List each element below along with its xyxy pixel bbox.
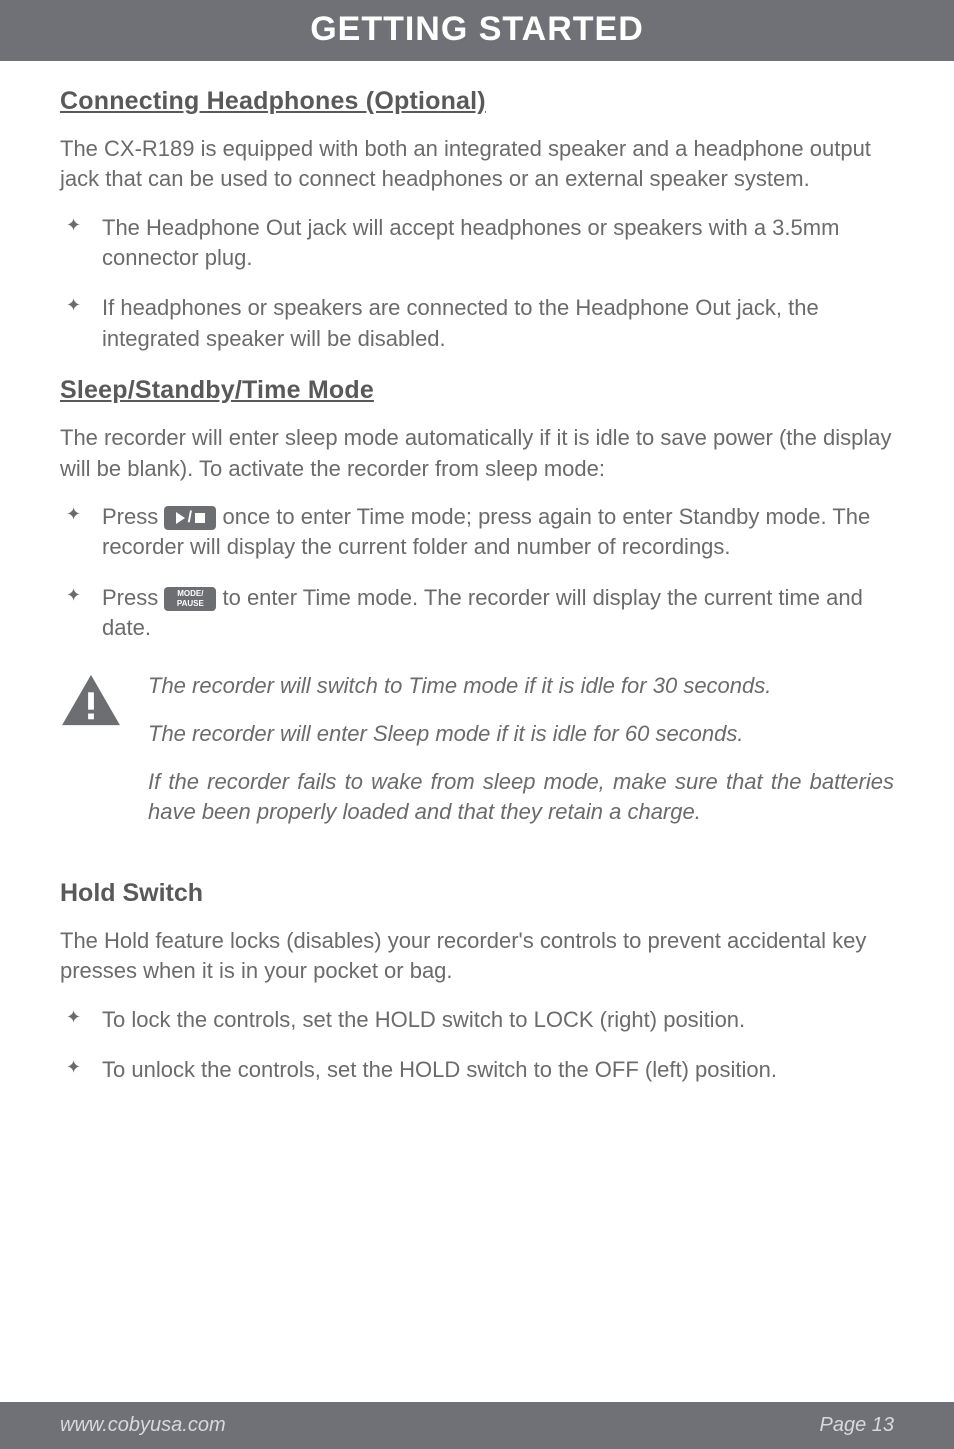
- section-title-headphones: Connecting Headphones (Optional): [60, 87, 894, 116]
- play-icon: [176, 512, 185, 524]
- note-text: The recorder will switch to Time mode if…: [148, 671, 894, 845]
- hold-bullets: To lock the controls, set the HOLD switc…: [60, 1005, 894, 1086]
- sleep-intro: The recorder will enter sleep mode autom…: [60, 423, 894, 484]
- list-item: Press / once to enter Time mode; press a…: [60, 502, 894, 563]
- list-item: To unlock the controls, set the HOLD swi…: [60, 1055, 894, 1085]
- page-header-title: GETTING STARTED: [310, 10, 644, 48]
- headphones-intro: The CX-R189 is equipped with both an int…: [60, 134, 894, 195]
- hold-intro: The Hold feature locks (disables) your r…: [60, 926, 894, 987]
- slash-icon: /: [188, 506, 192, 530]
- mode-label-top: MODE/: [177, 589, 203, 599]
- bullet-text-post: to enter Time mode. The recorder will di…: [102, 585, 863, 640]
- list-item: If headphones or speakers are connected …: [60, 293, 894, 354]
- section-title-hold: Hold Switch: [60, 879, 894, 908]
- bullet-text-pre: Press: [102, 504, 164, 529]
- page-header: GETTING STARTED: [0, 0, 954, 61]
- note-line: The recorder will enter Sleep mode if it…: [148, 719, 894, 749]
- stop-icon: [195, 513, 205, 523]
- footer-url: www.cobyusa.com: [60, 1414, 226, 1437]
- page-footer: www.cobyusa.com Page 13: [0, 1402, 954, 1449]
- bullet-text-post: once to enter Time mode; press again to …: [102, 504, 870, 559]
- warning-icon: [60, 673, 122, 727]
- footer-page: Page 13: [819, 1414, 894, 1437]
- mode-label-bottom: PAUSE: [177, 599, 204, 609]
- headphones-bullets: The Headphone Out jack will accept headp…: [60, 213, 894, 354]
- page-content: Connecting Headphones (Optional) The CX-…: [0, 61, 954, 1085]
- list-item: To lock the controls, set the HOLD switc…: [60, 1005, 894, 1035]
- note-block: The recorder will switch to Time mode if…: [60, 671, 894, 845]
- mode-pause-button-icon: MODE/ PAUSE: [164, 587, 216, 611]
- list-item: The Headphone Out jack will accept headp…: [60, 213, 894, 274]
- note-line: The recorder will switch to Time mode if…: [148, 671, 894, 701]
- play-stop-button-icon: /: [164, 506, 216, 530]
- sleep-bullets: Press / once to enter Time mode; press a…: [60, 502, 894, 643]
- section-title-sleep: Sleep/Standby/Time Mode: [60, 376, 894, 405]
- bullet-text-pre: Press: [102, 585, 164, 610]
- list-item: Press MODE/ PAUSE to enter Time mode. Th…: [60, 583, 894, 644]
- note-line: If the recorder fails to wake from sleep…: [148, 767, 894, 827]
